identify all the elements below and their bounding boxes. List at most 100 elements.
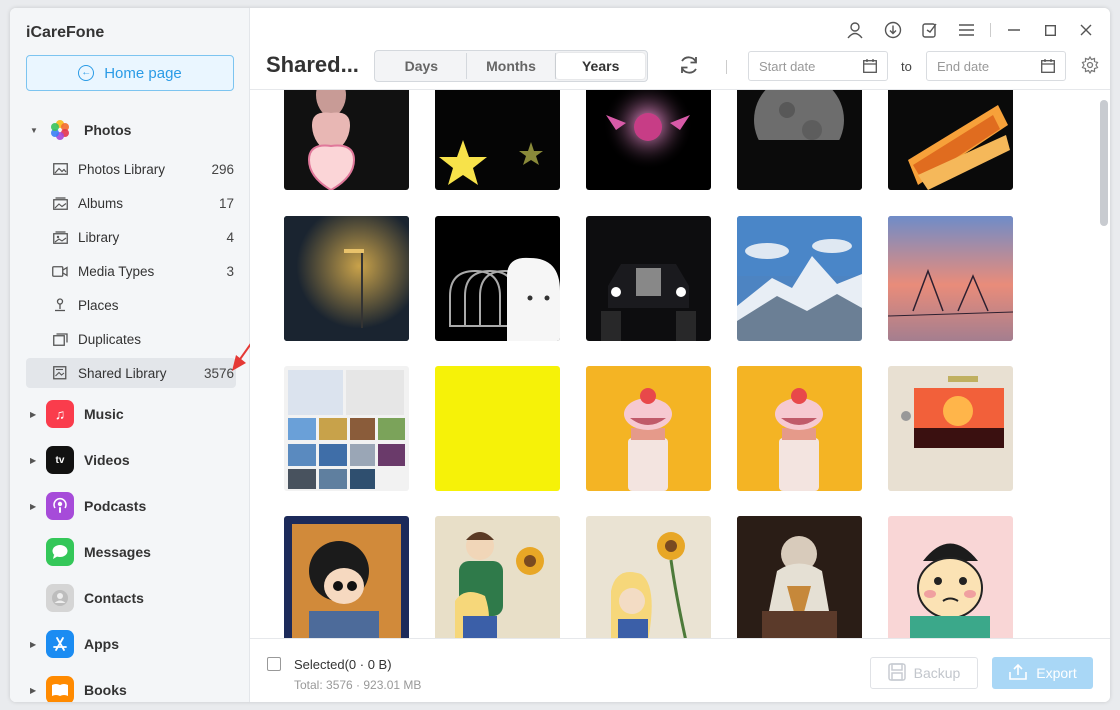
expand-right-icon[interactable]: ▶ [30,456,42,465]
category-podcasts[interactable]: ▶ Podcasts [10,489,250,523]
start-date-field[interactable]: Start date [748,51,888,81]
photo-thumbnail[interactable] [284,366,409,491]
sidebar-item-label: Library [78,229,120,245]
sidebar-item-duplicates[interactable]: Duplicates [26,324,236,354]
podcast-icon [46,492,74,520]
category-videos[interactable]: ▶ tv Videos [10,443,250,477]
menu-icon[interactable] [956,20,976,40]
duplicate-icon [52,332,68,346]
divider [726,60,727,74]
tab-years[interactable]: Years [556,53,646,79]
refresh-icon[interactable] [678,54,702,78]
books-icon [46,676,74,702]
selected-count: Selected(0 · 0 B) [294,657,392,672]
category-apps[interactable]: ▶ Apps [10,627,250,661]
expand-right-icon[interactable]: ▶ [30,502,42,511]
to-label: to [901,59,912,74]
album-icon [52,196,68,210]
video-camera-icon [52,264,68,278]
photo-thumbnail[interactable] [435,516,560,638]
category-books[interactable]: ▶ Books [10,673,250,702]
music-icon: ♫ [46,400,74,428]
photo-thumbnail[interactable] [737,366,862,491]
expand-right-icon[interactable]: ▶ [30,410,42,419]
sidebar-item-library[interactable]: Library 4 [26,222,236,252]
home-page-button[interactable]: ← Home page [26,55,234,91]
vertical-scrollbar[interactable] [1100,100,1108,226]
app-window: iCareFone ← Home page ▼ Photos Photos Li… [10,8,1110,702]
photo-thumbnail[interactable] [586,516,711,638]
photo-thumbnail[interactable] [435,216,560,341]
category-label: Apps [84,636,119,652]
end-date-placeholder: End date [937,58,990,74]
item-count: 17 [218,195,234,211]
photo-thumbnail[interactable] [888,516,1013,638]
sidebar-item-label: Places [78,297,119,313]
photo-thumbnail[interactable] [888,366,1013,491]
photo-thumbnail[interactable] [435,90,560,190]
expand-down-icon[interactable]: ▼ [30,126,42,135]
export-icon [1008,663,1028,684]
backup-button[interactable]: Backup [870,657,978,689]
photo-grid [250,90,1110,638]
tab-days[interactable]: Days [377,53,467,79]
photo-thumbnail[interactable] [586,216,711,341]
calendar-icon[interactable] [1041,59,1055,76]
total-size: Total: 3576 · 923.01 MB [294,678,422,692]
sidebar-item-label: Shared Library [78,365,167,381]
export-button[interactable]: Export [992,657,1093,689]
item-count: 4 [226,229,234,245]
download-icon[interactable] [883,20,903,40]
photo-thumbnail[interactable] [737,516,862,638]
sidebar-item-photos-library[interactable]: Photos Library 296 [26,154,236,184]
minimize-icon[interactable] [1004,20,1024,40]
photo-thumbnail[interactable] [737,90,862,190]
sidebar-item-shared-library[interactable]: Shared Library 3576 [26,358,236,388]
category-messages[interactable]: ▶ Messages [10,535,250,569]
photo-thumbnail[interactable] [284,516,409,638]
expand-right-icon[interactable]: ▶ [30,686,42,695]
photo-thumbnail[interactable] [284,90,409,190]
maximize-icon[interactable] [1040,20,1060,40]
start-date-placeholder: Start date [759,58,816,74]
messages-icon [46,538,74,566]
library-icon [52,230,68,244]
tab-months[interactable]: Months [467,53,557,79]
photo-thumbnail[interactable] [888,90,1013,190]
category-contacts[interactable]: ▶ Contacts [10,581,250,615]
photo-thumbnail[interactable] [284,216,409,341]
photo-thumbnail[interactable] [888,216,1013,341]
pin-icon [52,298,68,312]
sidebar-item-media-types[interactable]: Media Types 3 [26,256,236,286]
category-label: Contacts [84,590,144,606]
photo-thumbnail[interactable] [737,216,862,341]
category-photos[interactable]: ▼ Photos [10,113,250,147]
account-icon[interactable] [845,20,865,40]
sidebar-item-places[interactable]: Places [26,290,236,320]
photo-thumbnail[interactable] [586,366,711,491]
end-date-field[interactable]: End date [926,51,1066,81]
backup-icon [887,662,906,684]
expand-right-icon[interactable]: ▶ [30,640,42,649]
category-label: Books [84,682,127,698]
select-all-checkbox[interactable] [267,657,281,671]
sidebar: iCareFone ← Home page ▼ Photos Photos Li… [10,8,268,702]
contacts-icon [46,584,74,612]
category-music[interactable]: ▶ ♫ Music [10,397,250,431]
photo-thumbnail[interactable] [435,366,560,491]
feedback-icon[interactable] [920,20,940,40]
close-icon[interactable] [1076,20,1096,40]
sidebar-item-label: Duplicates [78,331,142,347]
category-label: Music [84,406,124,422]
divider [990,23,991,37]
footer-bar: Selected(0 · 0 B) Total: 3576 · 923.01 M… [250,638,1110,702]
view-segmented-control: Days Months Years [374,50,648,82]
calendar-icon[interactable] [863,59,877,76]
photo-thumbnail[interactable] [586,90,711,190]
sidebar-item-label: Photos Library [78,161,166,177]
settings-gear-icon[interactable] [1081,55,1099,79]
category-label: Podcasts [84,498,147,514]
sidebar-item-label: Albums [78,195,124,211]
sidebar-item-albums[interactable]: Albums 17 [26,188,236,218]
shared-library-icon [52,366,68,380]
